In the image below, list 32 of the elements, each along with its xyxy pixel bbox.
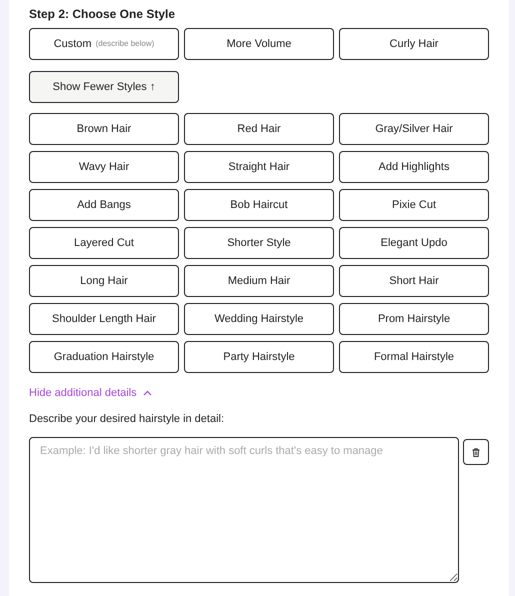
style-option[interactable]: Custom (describe below): [29, 28, 179, 60]
style-option[interactable]: Formal Hairstyle: [339, 341, 489, 373]
style-option[interactable]: Party Hairstyle: [184, 341, 334, 373]
style-option[interactable]: Wavy Hair: [29, 151, 179, 183]
style-option[interactable]: Gray/Silver Hair: [339, 113, 489, 145]
style-option[interactable]: Bob Haircut: [184, 189, 334, 221]
trash-icon: [472, 448, 480, 456]
style-option[interactable]: Shorter Style: [184, 227, 334, 259]
style-option[interactable]: Add Bangs: [29, 189, 179, 221]
style-option[interactable]: Straight Hair: [184, 151, 334, 183]
chevron-up-icon: [142, 390, 152, 396]
style-option[interactable]: Short Hair: [339, 265, 489, 297]
style-option[interactable]: Medium Hair: [184, 265, 334, 297]
style-option[interactable]: More Volume: [184, 28, 334, 60]
step-title: Step 2: Choose One Style: [29, 6, 176, 23]
style-option[interactable]: Graduation Hairstyle: [29, 341, 179, 373]
style-option[interactable]: Prom Hairstyle: [339, 303, 489, 335]
style-option[interactable]: Shoulder Length Hair: [29, 303, 179, 335]
style-option[interactable]: Red Hair: [184, 113, 334, 145]
style-option[interactable]: Layered Cut: [29, 227, 179, 259]
style-option[interactable]: Add Highlights: [339, 151, 489, 183]
style-option[interactable]: Curly Hair: [339, 28, 489, 60]
description-field[interactable]: Example: I'd like shorter gray hair with soft curls that's easy to manage: [29, 437, 459, 583]
details-toggle[interactable]: Hide additional details: [29, 385, 152, 402]
description-label: Describe your desired hairstyle in detail:: [29, 412, 226, 426]
delete-button[interactable]: [463, 439, 489, 465]
style-option[interactable]: Pixie Cut: [339, 189, 489, 221]
style-option[interactable]: Elegant Updo: [339, 227, 489, 259]
style-option[interactable]: Long Hair: [29, 265, 179, 297]
style-option[interactable]: Brown Hair: [29, 113, 179, 145]
style-option[interactable]: Wedding Hairstyle: [184, 303, 334, 335]
show-fewer-button[interactable]: Show Fewer Styles ↑: [29, 71, 179, 103]
